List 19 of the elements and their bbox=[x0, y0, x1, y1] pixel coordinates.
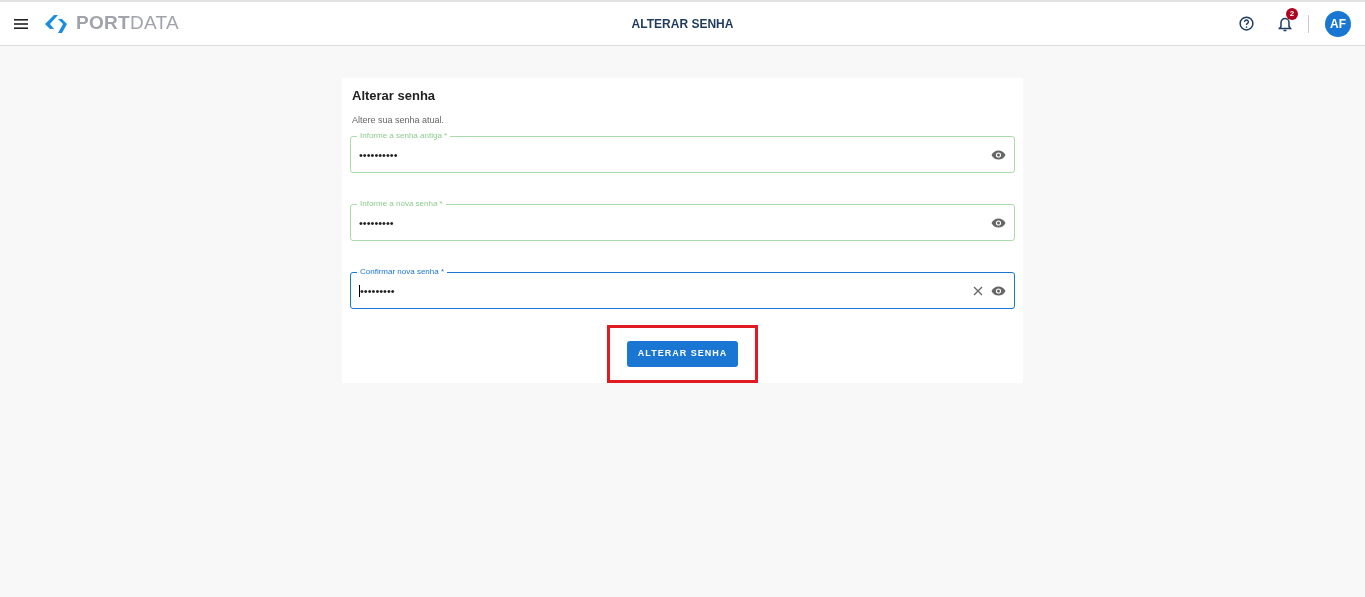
menu-icon[interactable] bbox=[14, 18, 28, 29]
masked-password: •••••••••• bbox=[359, 148, 398, 161]
help-icon[interactable] bbox=[1239, 16, 1254, 31]
eye-icon[interactable] bbox=[991, 149, 1006, 160]
eye-icon[interactable] bbox=[991, 217, 1006, 228]
user-avatar[interactable]: AF bbox=[1325, 10, 1351, 37]
change-password-button[interactable]: ALTERAR SENHA bbox=[626, 341, 739, 367]
brand-name: PORTDATA bbox=[76, 11, 180, 36]
card-subtitle: Altere sua senha atual. bbox=[352, 113, 446, 127]
page-title: ALTERAR SENHA bbox=[631, 16, 734, 31]
eye-icon[interactable] bbox=[991, 285, 1006, 296]
card-title: Alterar senha bbox=[352, 87, 437, 105]
logo-icon bbox=[44, 13, 68, 34]
masked-password: ••••••••• bbox=[359, 216, 394, 229]
masked-password: ••••••••• bbox=[359, 284, 395, 297]
bell-icon[interactable] bbox=[1278, 16, 1292, 32]
clear-icon[interactable] bbox=[973, 285, 983, 296]
notification-badge: 2 bbox=[1286, 7, 1298, 20]
field-label: Informe a senha antiga * bbox=[357, 130, 451, 142]
